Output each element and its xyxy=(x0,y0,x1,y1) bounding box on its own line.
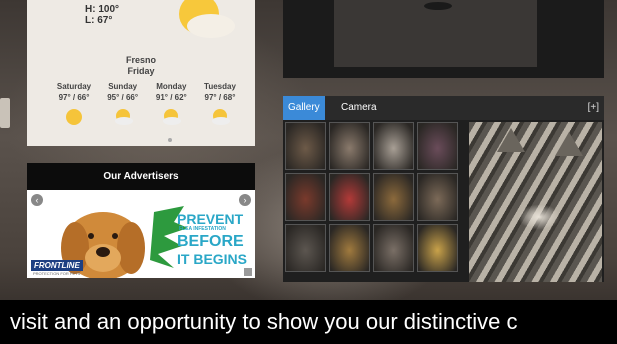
ad-headline-1: PREVENT xyxy=(177,211,244,227)
gallery-thumbnail[interactable] xyxy=(285,224,326,272)
expand-button[interactable]: [+] xyxy=(588,96,599,120)
pager-dot[interactable] xyxy=(168,138,172,142)
high-temp: H: 100° xyxy=(85,4,120,15)
video-frame xyxy=(334,0,537,67)
caption-text: visit and an opportunity to show you our… xyxy=(0,300,617,344)
gallery-thumbnail[interactable] xyxy=(417,173,458,221)
gallery-thumbnail[interactable] xyxy=(285,122,326,170)
forecast-temps: 97° / 68° xyxy=(204,93,236,102)
tab-gallery[interactable]: Gallery xyxy=(283,96,325,120)
partly-cloudy-icon xyxy=(163,109,182,125)
video-player[interactable] xyxy=(283,0,604,78)
forecast-temps: 91° / 62° xyxy=(155,93,187,102)
sunny-icon xyxy=(179,0,235,38)
gallery-thumbnail[interactable] xyxy=(417,122,458,170)
sunny-icon xyxy=(66,109,82,125)
forecast-day-label: Tuesday xyxy=(204,82,236,91)
featured-photo[interactable] xyxy=(469,122,602,282)
forecast-day: Sunday 95° / 66° xyxy=(100,81,146,127)
today-name: Friday xyxy=(127,66,155,76)
gallery-thumbnail[interactable] xyxy=(329,224,370,272)
ad-headline-3: IT BEGINS xyxy=(177,251,248,267)
advertisement-banner[interactable]: ‹ › FRONTLINE PROTECTION FOR PETS PREVEN… xyxy=(27,190,255,278)
adchoices-icon[interactable] xyxy=(244,268,252,276)
gallery-thumbnail[interactable] xyxy=(329,173,370,221)
current-hilo: H: 100° L: 67° xyxy=(85,4,119,26)
ad-subline: FLEA INFESTATION xyxy=(179,226,226,232)
cat-ear xyxy=(497,128,525,152)
brand-logo: FRONTLINE xyxy=(31,260,83,271)
advertisers-heading: Our Advertisers xyxy=(27,163,255,190)
prev-ad-button[interactable]: ‹ xyxy=(31,194,43,206)
brand-tagline: PROTECTION FOR PETS xyxy=(33,271,81,276)
forecast-day: Monday 91° / 62° xyxy=(148,81,194,127)
camera-lens xyxy=(424,2,452,10)
gallery-thumbnail[interactable] xyxy=(329,122,370,170)
forecast-temps: 97° / 66° xyxy=(58,93,90,102)
low-temp: L: 67° xyxy=(85,15,113,26)
forecast-day: Saturday 97° / 66° xyxy=(51,81,97,127)
cat-ear xyxy=(555,132,583,156)
gallery-thumbnail[interactable] xyxy=(417,224,458,272)
partly-cloudy-icon xyxy=(211,109,230,125)
city-name: Fresno xyxy=(125,55,156,65)
next-ad-button[interactable]: › xyxy=(239,194,251,206)
gallery-widget: Gallery Camera [+] xyxy=(283,96,604,282)
gallery-thumbnail[interactable] xyxy=(373,224,414,272)
gallery-thumbnail[interactable] xyxy=(285,173,326,221)
gallery-tabs: Gallery Camera [+] xyxy=(283,96,604,120)
weather-widget: H: 100° L: 67° Fresno Friday Saturday 97… xyxy=(27,0,255,146)
tab-camera[interactable]: Camera xyxy=(336,96,382,120)
ad-headline-2: BEFORE xyxy=(177,233,244,250)
gallery-thumbnail[interactable] xyxy=(373,122,414,170)
forecast-day-label: Monday xyxy=(156,82,187,91)
forecast-day-label: Sunday xyxy=(108,82,138,91)
forecast-day-label: Saturday xyxy=(56,82,92,91)
forecast-temps: 95° / 66° xyxy=(107,93,139,102)
side-tab[interactable] xyxy=(0,98,10,128)
forecast-row: Saturday 97° / 66° Sunday 95° / 66° Mond… xyxy=(51,81,243,127)
forecast-day: Tuesday 97° / 68° xyxy=(197,81,243,127)
partly-cloudy-icon xyxy=(114,109,133,125)
gallery-thumbnail[interactable] xyxy=(373,173,414,221)
